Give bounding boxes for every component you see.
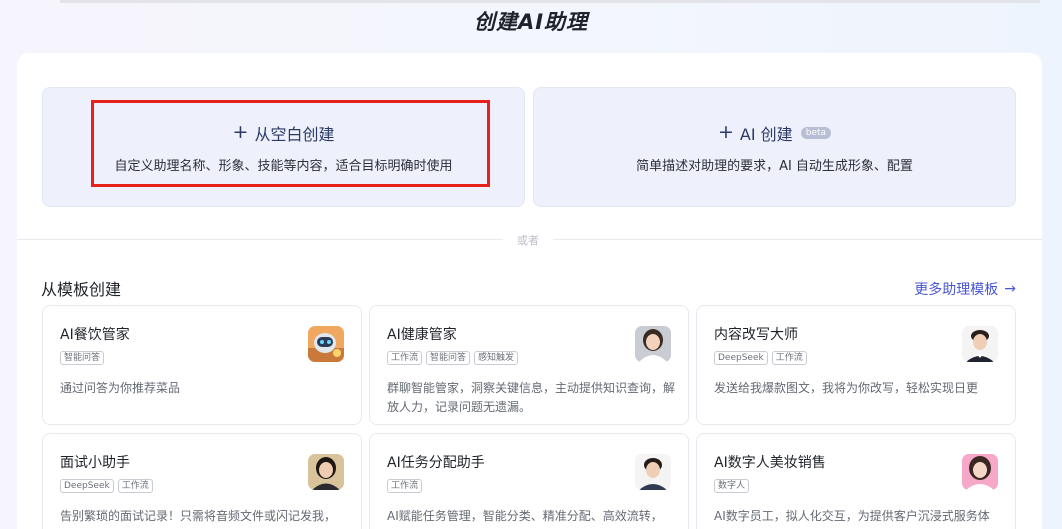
template-tag: 感知触发 [474, 351, 519, 365]
template-tag: DeepSeek [60, 479, 114, 493]
template-tag: 工作流 [771, 351, 807, 365]
template-tag: 工作流 [387, 351, 423, 365]
template-section-title: 从模板创建 [41, 280, 122, 299]
plus-icon: + [232, 121, 249, 143]
template-desc: 群聊智能管家，洞察关键信息，主动提供知识查询，解放人力，记录问题无遗漏。 [387, 381, 676, 414]
or-divider: 或者 [17, 234, 1042, 247]
template-tag: 智能问答 [60, 351, 105, 365]
template-card-health[interactable]: AI健康管家 工作流 智能问答 感知触发 群聊智能管家，洞察关键信息，主动提供知… [369, 305, 689, 425]
woman-avatar-icon [635, 326, 671, 362]
template-tag: 工作流 [117, 479, 153, 493]
template-name: AI数字人美妆销售 [714, 455, 826, 471]
man-avatar-icon [635, 454, 671, 490]
plus-icon: + [718, 121, 734, 143]
template-desc: AI赋能任务管理，智能分类、精准分配、高效流转， [387, 509, 663, 523]
robot-avatar-icon [308, 326, 344, 362]
ai-create-desc: 简单描述对助理的要求，AI 自动生成形象、配置 [636, 158, 913, 174]
template-name: AI健康管家 [387, 327, 457, 343]
template-name: 内容改写大师 [714, 327, 798, 343]
template-card-beauty[interactable]: AI数字人美妆销售 数字人 AI数字员工，拟人化交互，为提供客户沉浸式服务体 [696, 433, 1016, 529]
template-card-task[interactable]: AI任务分配助手 工作流 AI赋能任务管理，智能分类、精准分配、高效流转， [369, 433, 689, 529]
create-panel: + 从空白创建 自定义助理名称、形象、技能等内容，适合目标明确时使用 + AI … [17, 53, 1042, 529]
template-tag: 智能问答 [426, 351, 471, 365]
create-from-blank-card[interactable]: + 从空白创建 自定义助理名称、形象、技能等内容，适合目标明确时使用 [42, 87, 525, 207]
template-desc: 告别繁琐的面试记录！只需将音频文件或闪记发我， [60, 509, 337, 523]
template-name: 面试小助手 [60, 455, 130, 471]
template-desc: 发送给我爆款图文，我将为你改写，轻松实现日更 [714, 381, 979, 395]
more-templates-link[interactable]: 更多助理模板 → [914, 279, 1016, 299]
template-card-interview[interactable]: 面试小助手 DeepSeek 工作流 告别繁琐的面试记录！只需将音频文件或闪记发… [42, 433, 362, 529]
or-text: 或者 [517, 234, 539, 247]
template-card-rewrite[interactable]: 内容改写大师 DeepSeek 工作流 发送给我爆款图文，我将为你改写，轻松实现… [696, 305, 1016, 425]
template-tag: 数字人 [714, 479, 750, 493]
more-templates-label: 更多助理模板 [914, 282, 999, 298]
template-desc: 通过问答为你推荐菜品 [60, 381, 181, 395]
woman-avatar-icon [962, 454, 998, 490]
woman-avatar-icon [308, 454, 344, 490]
ai-create-card[interactable]: + AI 创建 beta 简单描述对助理的要求，AI 自动生成形象、配置 [533, 87, 1016, 207]
beta-badge: beta [800, 126, 831, 139]
template-name: AI任务分配助手 [387, 455, 485, 471]
arrow-right-icon: → [1004, 281, 1016, 297]
create-from-blank-title: 从空白创建 [254, 124, 335, 144]
man-avatar-icon [962, 326, 998, 362]
template-desc: AI数字员工，拟人化交互，为提供客户沉浸式服务体 [714, 509, 990, 523]
top-strip [60, 0, 1040, 3]
ai-create-title: AI 创建 [739, 124, 793, 144]
template-tag: DeepSeek [714, 351, 768, 365]
create-from-blank-desc: 自定义助理名称、形象、技能等内容，适合目标明确时使用 [114, 158, 453, 174]
template-tag: 工作流 [387, 479, 423, 493]
template-name: AI餐饮管家 [60, 327, 130, 343]
template-card-food[interactable]: AI餐饮管家 智能问答 通过问答为你推荐菜品 [42, 305, 362, 425]
page-title: 创建AI助理 [473, 10, 589, 34]
